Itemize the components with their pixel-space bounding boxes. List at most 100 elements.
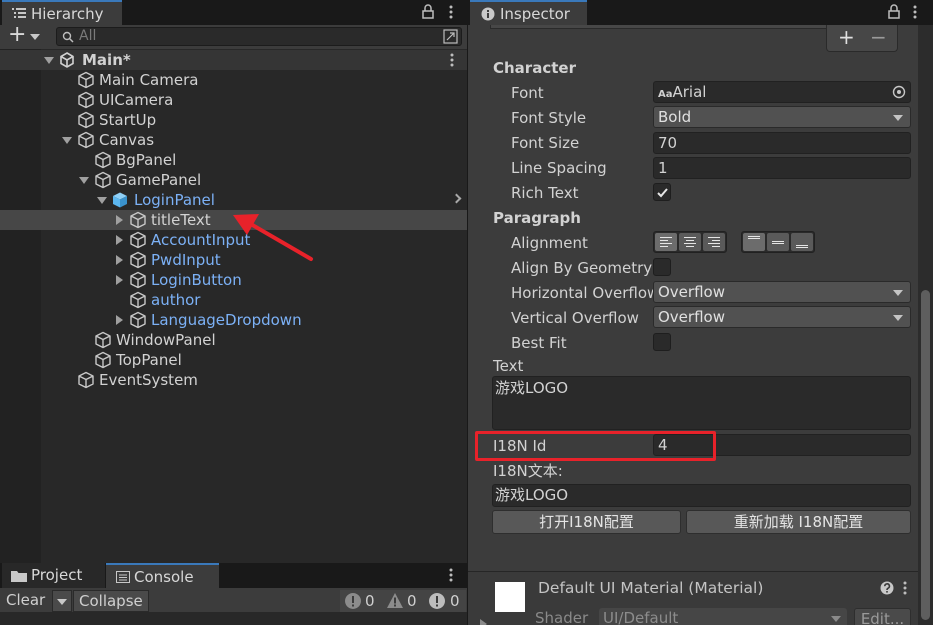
inspector-scrollbar[interactable] — [918, 25, 933, 625]
inspector-lock-icon[interactable] — [888, 4, 900, 19]
tree-item-windowpanel[interactable]: WindowPanel — [0, 330, 467, 350]
clear-button[interactable]: Clear — [6, 590, 45, 610]
tab-console[interactable]: Console — [106, 563, 219, 588]
search-input[interactable]: All — [56, 27, 462, 46]
tree-item-canvas[interactable]: Canvas — [0, 130, 467, 150]
fold-arrow-icon[interactable] — [116, 315, 123, 325]
annotation-highlight-box — [475, 431, 716, 461]
annotation-arrow — [233, 214, 313, 261]
align-left-button[interactable] — [655, 233, 677, 251]
shader-edit-button[interactable]: Edit... — [854, 608, 911, 625]
align-right-button[interactable] — [703, 233, 725, 251]
error-filter-toggle[interactable]: 0 — [428, 592, 466, 610]
fold-arrow-icon[interactable] — [116, 255, 123, 265]
gameobject-cube-icon — [95, 331, 111, 349]
scrollbar-thumb[interactable] — [921, 290, 930, 620]
inspector-more-options-icon[interactable] — [912, 5, 918, 20]
tree-item-loginbutton[interactable]: LoginButton — [0, 270, 467, 290]
console-tab-bar: Project Console — [0, 563, 467, 588]
tree-item-languagedropdown[interactable]: LanguageDropdown — [0, 310, 467, 330]
open-prefab-chevron-icon[interactable] — [451, 193, 462, 204]
info-icon — [345, 593, 362, 609]
gameobject-cube-icon — [130, 211, 146, 229]
vertical-alignment-group — [741, 231, 815, 253]
hierarchy-panel: Hierarchy + All Main* Main Camera UICame… — [0, 0, 467, 563]
i18n-text-field[interactable]: 游戏LOGO — [492, 484, 911, 507]
align-top-button[interactable] — [743, 233, 765, 251]
line-spacing-label: Line Spacing — [511, 159, 607, 177]
scene-fold-arrow-icon[interactable] — [44, 57, 54, 64]
help-icon[interactable] — [880, 581, 894, 595]
alignment-label: Alignment — [511, 234, 588, 252]
align-center-button[interactable] — [679, 233, 701, 251]
inspector-body: + − Character Font AaArial Font Style Bo… — [468, 25, 918, 625]
more-options-icon[interactable] — [448, 5, 454, 20]
horizontal-overflow-dropdown[interactable]: Overflow — [653, 281, 911, 303]
best-fit-checkbox[interactable] — [653, 333, 671, 351]
tree-item-label: TopPanel — [116, 351, 182, 369]
fold-arrow-icon[interactable] — [116, 215, 123, 225]
error-count: 0 — [450, 592, 460, 610]
add-button[interactable]: + — [8, 23, 26, 47]
warning-icon — [387, 593, 403, 608]
align-bottom-button[interactable] — [791, 233, 813, 251]
font-style-dropdown[interactable]: Bold — [653, 106, 911, 128]
material-more-options-icon[interactable] — [902, 581, 908, 596]
fold-arrow-icon[interactable] — [79, 177, 89, 184]
text-area[interactable]: 游戏LOGO — [492, 376, 911, 430]
font-field[interactable]: AaArial — [653, 81, 911, 103]
error-icon — [429, 593, 446, 609]
tree-item-startup[interactable]: StartUp — [0, 110, 467, 130]
material-title: Default UI Material (Material) — [538, 579, 764, 597]
align-by-geometry-checkbox[interactable] — [653, 258, 671, 276]
search-icon — [62, 31, 74, 43]
line-spacing-input[interactable]: 1 — [653, 157, 911, 179]
chevron-down-icon — [57, 599, 67, 605]
scene-row-main[interactable]: Main* — [0, 50, 467, 70]
tree-item-label: LanguageDropdown — [151, 311, 302, 329]
scene-more-options-icon[interactable] — [449, 53, 455, 68]
inspector-tab-bar: Inspector — [468, 0, 933, 25]
fold-arrow-icon[interactable] — [116, 235, 123, 245]
material-fold-arrow-icon[interactable] — [480, 619, 487, 625]
tab-inspector[interactable]: Inspector — [470, 0, 587, 25]
tree-item-bgpanel[interactable]: BgPanel — [0, 150, 467, 170]
vertical-overflow-value: Overflow — [658, 308, 725, 326]
tree-item-label: WindowPanel — [116, 331, 216, 349]
object-picker-icon[interactable] — [892, 85, 906, 99]
tree-item-label: LoginButton — [151, 271, 242, 289]
lock-icon[interactable] — [422, 4, 434, 19]
tree-item-eventsystem[interactable]: EventSystem — [0, 370, 467, 390]
tree-item-gamepanel[interactable]: GamePanel — [0, 170, 467, 190]
shader-dropdown[interactable]: UI/Default — [599, 608, 847, 625]
chevron-down-icon — [893, 315, 903, 321]
tree-item-toppanel[interactable]: TopPanel — [0, 350, 467, 370]
info-filter-toggle[interactable]: 0 — [344, 592, 382, 610]
tree-item-main-camera[interactable]: Main Camera — [0, 70, 467, 90]
warning-filter-toggle[interactable]: 0 — [386, 592, 424, 610]
add-list-item-button[interactable]: + — [838, 25, 855, 49]
gameobject-cube-icon — [78, 111, 94, 129]
rich-text-checkbox[interactable] — [653, 183, 671, 201]
fold-arrow-icon[interactable] — [116, 275, 123, 285]
tree-item-label: GamePanel — [116, 171, 202, 189]
remove-list-item-button[interactable]: − — [870, 25, 887, 49]
font-style-label: Font Style — [511, 109, 587, 127]
tab-project[interactable]: Project — [2, 563, 105, 588]
clear-options-dropdown[interactable] — [52, 590, 72, 612]
vertical-overflow-dropdown[interactable]: Overflow — [653, 306, 911, 328]
search-by-type-icon[interactable] — [443, 29, 458, 44]
tree-item-label: StartUp — [99, 111, 157, 129]
tree-item-uicamera[interactable]: UICamera — [0, 90, 467, 110]
vertical-overflow-label: Vertical Overflow — [511, 309, 639, 327]
collapse-button[interactable]: Collapse — [73, 590, 149, 612]
tree-item-author[interactable]: author — [0, 290, 467, 310]
font-size-input[interactable]: 70 — [653, 132, 911, 154]
add-dropdown-arrow-icon[interactable] — [30, 34, 40, 40]
reload-i18n-config-button[interactable]: 重新加载 I18N配置 — [686, 510, 911, 534]
fold-arrow-icon[interactable] — [62, 137, 72, 144]
console-more-options-icon[interactable] — [448, 568, 454, 583]
open-i18n-config-button[interactable]: 打开I18N配置 — [492, 510, 681, 534]
align-middle-button[interactable] — [767, 233, 789, 251]
fold-arrow-icon[interactable] — [97, 197, 107, 204]
